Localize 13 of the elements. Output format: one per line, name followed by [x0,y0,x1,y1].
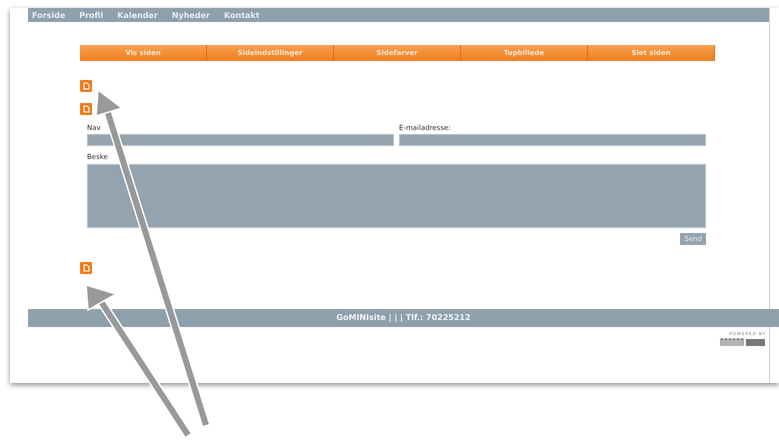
nav-link[interactable]: Nyheder [172,10,210,20]
nav-link[interactable]: Profil [79,10,104,20]
nav-link[interactable]: Kontakt [224,10,260,20]
logo-drawing [720,336,766,347]
page-icon[interactable] [80,262,92,274]
page-icon[interactable] [80,80,92,92]
footer-text: GoMINIsite | | | Tlf.: 70225212 [336,312,471,324]
nav-link[interactable]: Kalender [117,10,158,20]
name-input-field[interactable] [87,134,394,146]
message-text-area[interactable] [87,164,706,228]
nav-link[interactable]: Forside [32,10,66,20]
page-icon[interactable] [80,103,92,116]
email-input-field[interactable] [399,134,706,146]
